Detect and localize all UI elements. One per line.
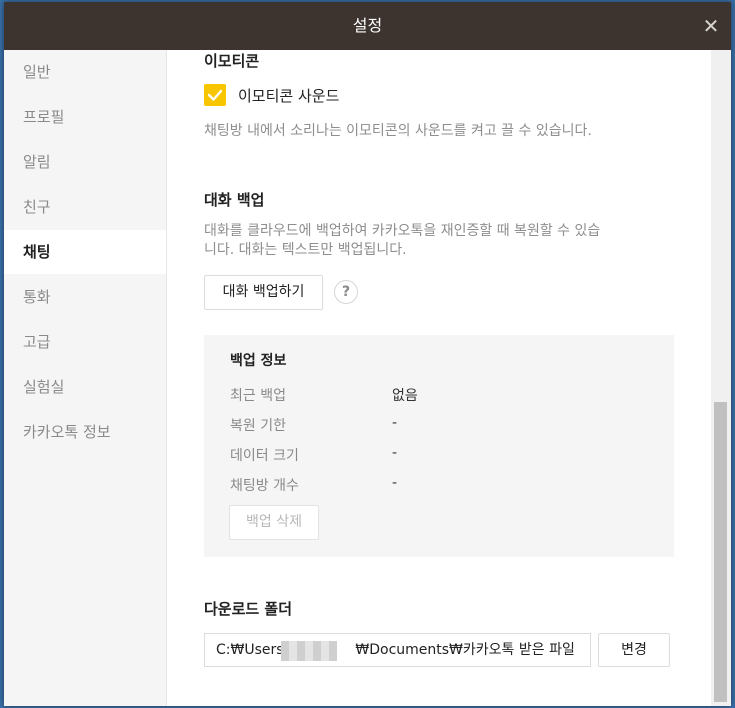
backup-heading: 대화 백업: [204, 191, 265, 209]
sidebar-item-chat[interactable]: 채팅: [4, 230, 166, 274]
last-backup-value: 없음: [392, 388, 418, 404]
redacted-username: [281, 641, 337, 661]
sidebar-item-friends[interactable]: 친구: [4, 185, 166, 229]
emoticon-description: 채팅방 내에서 소리나는 이모티콘의 사운드를 켜고 끌 수 있습니다.: [204, 123, 592, 139]
emoticon-heading: 이모티콘: [204, 52, 260, 70]
checkmark-icon: [207, 89, 223, 101]
sidebar-item-advanced[interactable]: 고급: [4, 320, 166, 364]
download-path-field[interactable]: C:₩Users₩ ₩Documents₩카카오톡 받은 파일: [204, 633, 591, 667]
chat-settings-panel: 이모티콘 이모티콘 사운드 채팅방 내에서 소리나는 이모티콘의 사운드를 켜고…: [167, 50, 711, 706]
backup-description-line2: 니다. 대화는 텍스트만 백업됩니다.: [204, 242, 407, 258]
sidebar-item-about[interactable]: 카카오톡 정보: [4, 410, 166, 454]
change-folder-button[interactable]: 변경: [598, 633, 670, 667]
restore-deadline-key: 복원 기한: [230, 418, 286, 434]
sidebar-item-notifications[interactable]: 알림: [4, 140, 166, 184]
data-size-key: 데이터 크기: [230, 448, 299, 464]
backup-info-title: 백업 정보: [230, 353, 287, 369]
path-suffix: ₩Documents₩카카오톡 받은 파일: [355, 642, 575, 658]
help-icon[interactable]: ?: [334, 280, 358, 304]
restore-deadline-value: -: [392, 415, 398, 431]
scrollbar-thumb[interactable]: [714, 402, 727, 702]
scrollbar[interactable]: [711, 50, 731, 706]
backup-description-line1: 대화를 클라우드에 백업하여 카카오톡을 재인증할 때 복원할 수 있습: [204, 223, 601, 239]
chatroom-count-key: 채팅방 개수: [230, 478, 299, 494]
data-size-value: -: [392, 445, 398, 461]
delete-backup-button[interactable]: 백업 삭제: [229, 505, 319, 540]
close-icon[interactable]: ✕: [699, 14, 723, 38]
settings-window: 설정 ✕ 일반 프로필 알림 친구 채팅 통화 고급 실험실 카카오톡 정보 이…: [4, 2, 731, 706]
sidebar-item-calls[interactable]: 통화: [4, 275, 166, 319]
last-backup-key: 최근 백업: [230, 388, 286, 404]
sidebar-item-profile[interactable]: 프로필: [4, 95, 166, 139]
chatroom-count-value: -: [392, 475, 398, 491]
title-bar[interactable]: 설정 ✕: [4, 2, 731, 50]
emoticon-sound-label[interactable]: 이모티콘 사운드: [238, 85, 339, 106]
backup-info-panel: 백업 정보 최근 백업 없음 복원 기한 - 데이터 크기 - 채팅방 개수 -…: [204, 335, 674, 557]
download-folder-heading: 다운로드 폴더: [204, 600, 293, 618]
sidebar-item-labs[interactable]: 실험실: [4, 365, 166, 409]
emoticon-sound-checkbox[interactable]: [204, 84, 226, 106]
backup-conversations-button[interactable]: 대화 백업하기: [204, 275, 323, 310]
window-title: 설정: [352, 16, 383, 35]
sidebar-nav: 일반 프로필 알림 친구 채팅 통화 고급 실험실 카카오톡 정보: [4, 50, 167, 706]
sidebar-item-general[interactable]: 일반: [4, 50, 166, 94]
